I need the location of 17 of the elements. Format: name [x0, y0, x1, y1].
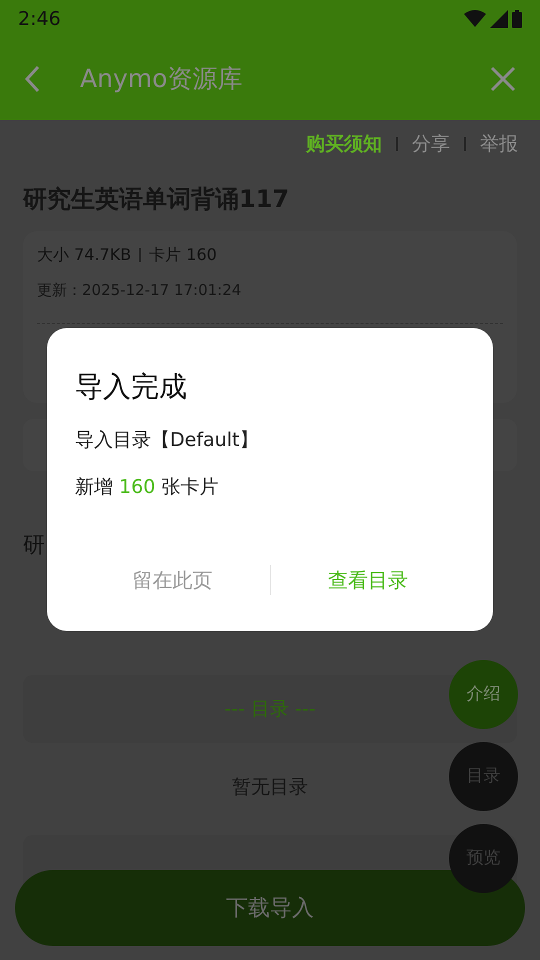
- dialog-title: 导入完成: [75, 369, 188, 405]
- dialog-button[interactable]: 查看目录: [270, 557, 465, 603]
- nav-fab[interactable]: 介绍: [449, 660, 518, 729]
- page-link[interactable]: 购买须知: [306, 130, 382, 158]
- close-icon[interactable]: [490, 66, 516, 92]
- dialog-text: 新增 160 张卡片: [75, 474, 220, 500]
- dialog-text: 导入目录【Default】: [75, 428, 260, 453]
- page-link[interactable]: 举报: [480, 130, 518, 158]
- back-icon[interactable]: [24, 65, 40, 93]
- battery-icon: [512, 10, 522, 28]
- dialog-button[interactable]: 留在此页: [75, 557, 270, 603]
- wifi-icon: [464, 10, 486, 28]
- signal-icon: [490, 10, 508, 28]
- download-button[interactable]: 下载导入: [15, 870, 525, 946]
- page-link[interactable]: 分享: [412, 130, 450, 158]
- status-time: 2:46: [18, 6, 61, 32]
- header-title: Anymo资源库: [80, 63, 244, 96]
